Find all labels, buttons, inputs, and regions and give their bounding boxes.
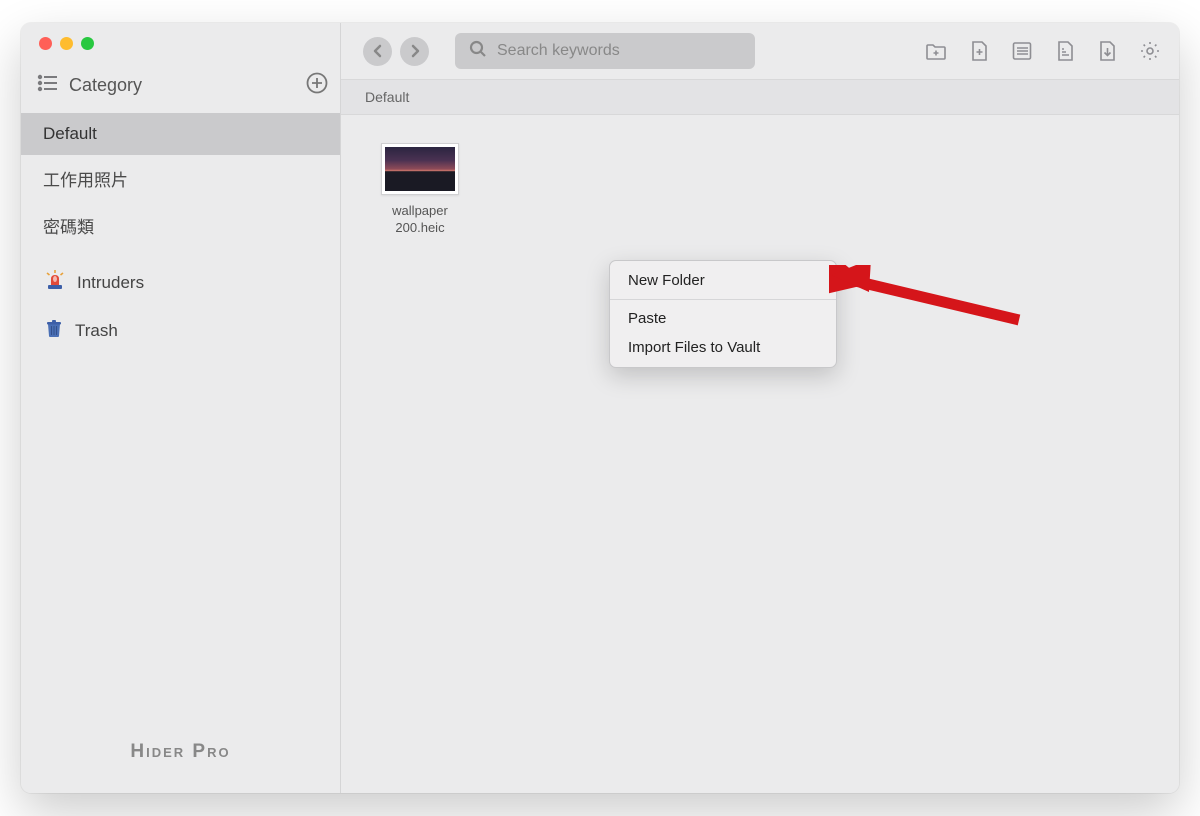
add-category-button[interactable] — [306, 72, 328, 99]
sidebar-item-trash[interactable]: Trash — [21, 306, 340, 355]
settings-icon[interactable] — [1139, 40, 1161, 62]
sidebar-item-label: Trash — [75, 321, 118, 341]
context-menu: New Folder Paste Import Files to Vault — [609, 260, 837, 368]
nav-forward-button[interactable] — [400, 37, 429, 66]
sort-icon[interactable] — [1055, 40, 1075, 62]
menu-item-paste[interactable]: Paste — [610, 304, 836, 333]
search-icon — [469, 40, 487, 63]
siren-icon — [43, 270, 67, 295]
menu-item-import[interactable]: Import Files to Vault — [610, 333, 836, 362]
toolbar — [341, 23, 1179, 79]
close-window-button[interactable] — [39, 37, 52, 50]
search-box[interactable] — [455, 33, 755, 69]
sidebar-item-work-photos[interactable]: 工作用照片 — [21, 155, 340, 202]
new-folder-icon[interactable] — [925, 40, 947, 62]
sidebar-item-label: 密碼類 — [43, 213, 94, 238]
app-window: Category Default 工作用照片 密碼類 — [21, 23, 1179, 793]
search-input[interactable] — [497, 42, 741, 60]
tool-icons — [925, 40, 1161, 62]
minimize-window-button[interactable] — [60, 37, 73, 50]
new-file-icon[interactable] — [969, 40, 989, 62]
annotation-arrow — [829, 265, 1029, 350]
content-area[interactable]: wallpaper 200.heic New Folder Paste Impo… — [341, 115, 1179, 793]
sidebar-list: Default 工作用照片 密碼類 — [21, 113, 340, 719]
list-view-icon[interactable] — [1011, 40, 1033, 62]
maximize-window-button[interactable] — [81, 37, 94, 50]
window-controls — [21, 23, 340, 58]
breadcrumb-path: Default — [365, 89, 409, 105]
sidebar-item-default[interactable]: Default — [21, 113, 340, 155]
main-panel: Default wallpaper 200.heic New Folder Pa… — [341, 23, 1179, 793]
list-icon — [37, 74, 59, 97]
file-label: wallpaper 200.heic — [392, 203, 448, 237]
file-thumbnail — [381, 143, 459, 195]
nav-back-button[interactable] — [363, 37, 392, 66]
sidebar-item-label: 工作用照片 — [43, 166, 128, 191]
app-brand: Hider Pro — [21, 719, 340, 793]
category-header: Category — [21, 58, 340, 113]
category-title: Category — [69, 75, 306, 96]
import-icon[interactable] — [1097, 40, 1117, 62]
file-item[interactable]: wallpaper 200.heic — [375, 143, 465, 237]
trash-icon — [43, 317, 65, 344]
nav-buttons — [363, 37, 429, 66]
sidebar-item-label: Default — [43, 124, 97, 144]
menu-item-new-folder[interactable]: New Folder — [610, 266, 836, 295]
sidebar-item-passwords[interactable]: 密碼類 — [21, 202, 340, 249]
sidebar-item-label: Intruders — [77, 273, 144, 293]
sidebar: Category Default 工作用照片 密碼類 — [21, 23, 341, 793]
sidebar-item-intruders[interactable]: Intruders — [21, 259, 340, 306]
menu-divider — [610, 299, 836, 300]
breadcrumb: Default — [341, 79, 1179, 115]
